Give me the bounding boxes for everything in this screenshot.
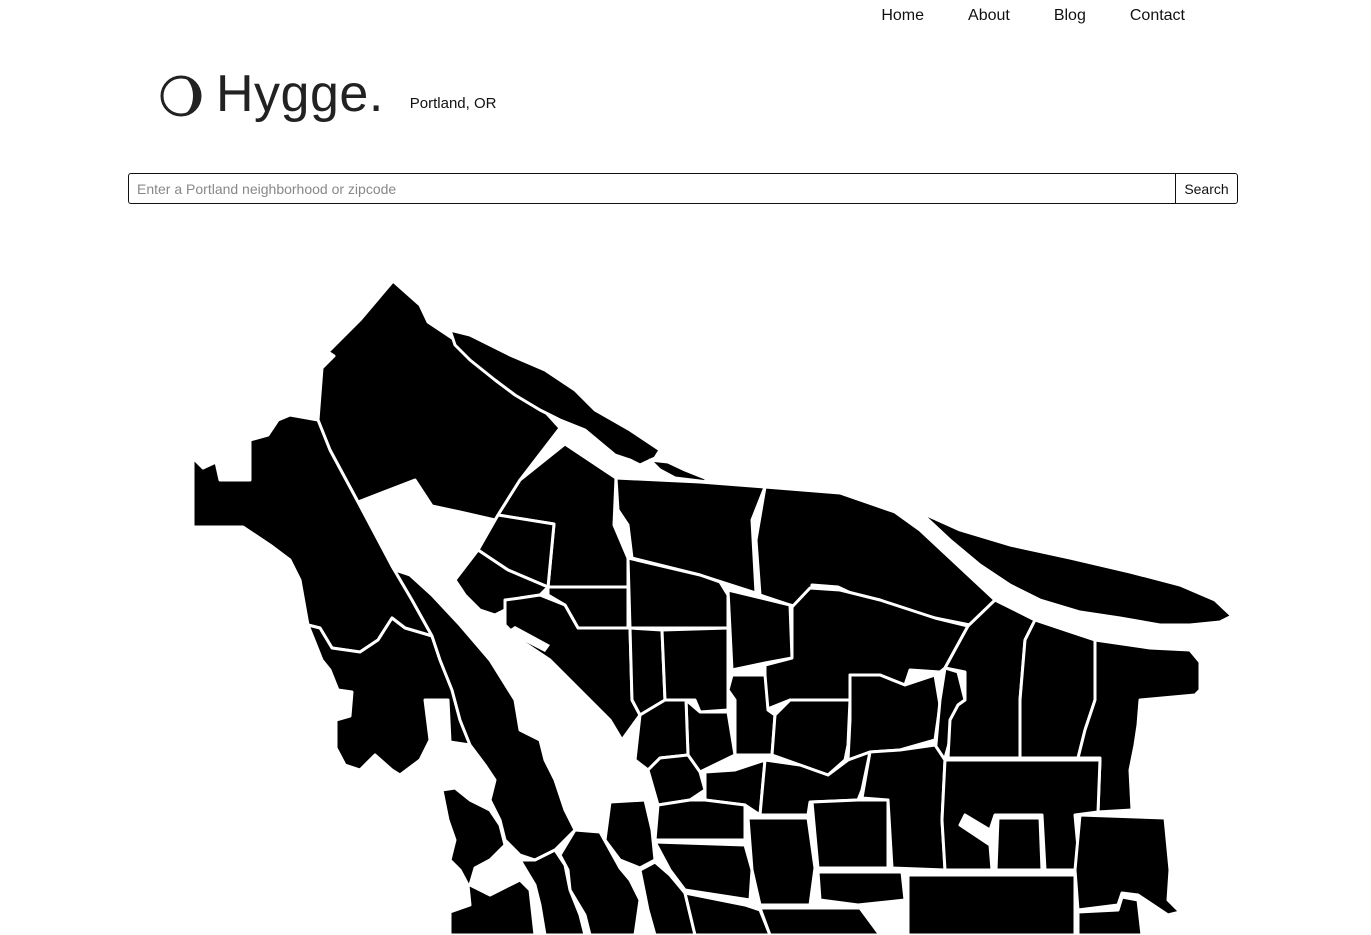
map-region[interactable] — [726, 588, 794, 672]
map-region[interactable] — [746, 816, 817, 907]
map-region[interactable] — [816, 870, 907, 907]
neighborhood-map — [191, 279, 1234, 935]
map-region[interactable] — [810, 798, 890, 870]
map-region[interactable] — [758, 906, 882, 935]
map-region[interactable] — [653, 798, 747, 842]
map-region[interactable] — [994, 816, 1044, 872]
map-region[interactable] — [906, 873, 1077, 935]
page: Home About Blog Contact Hygge. Portland,… — [0, 0, 1371, 935]
